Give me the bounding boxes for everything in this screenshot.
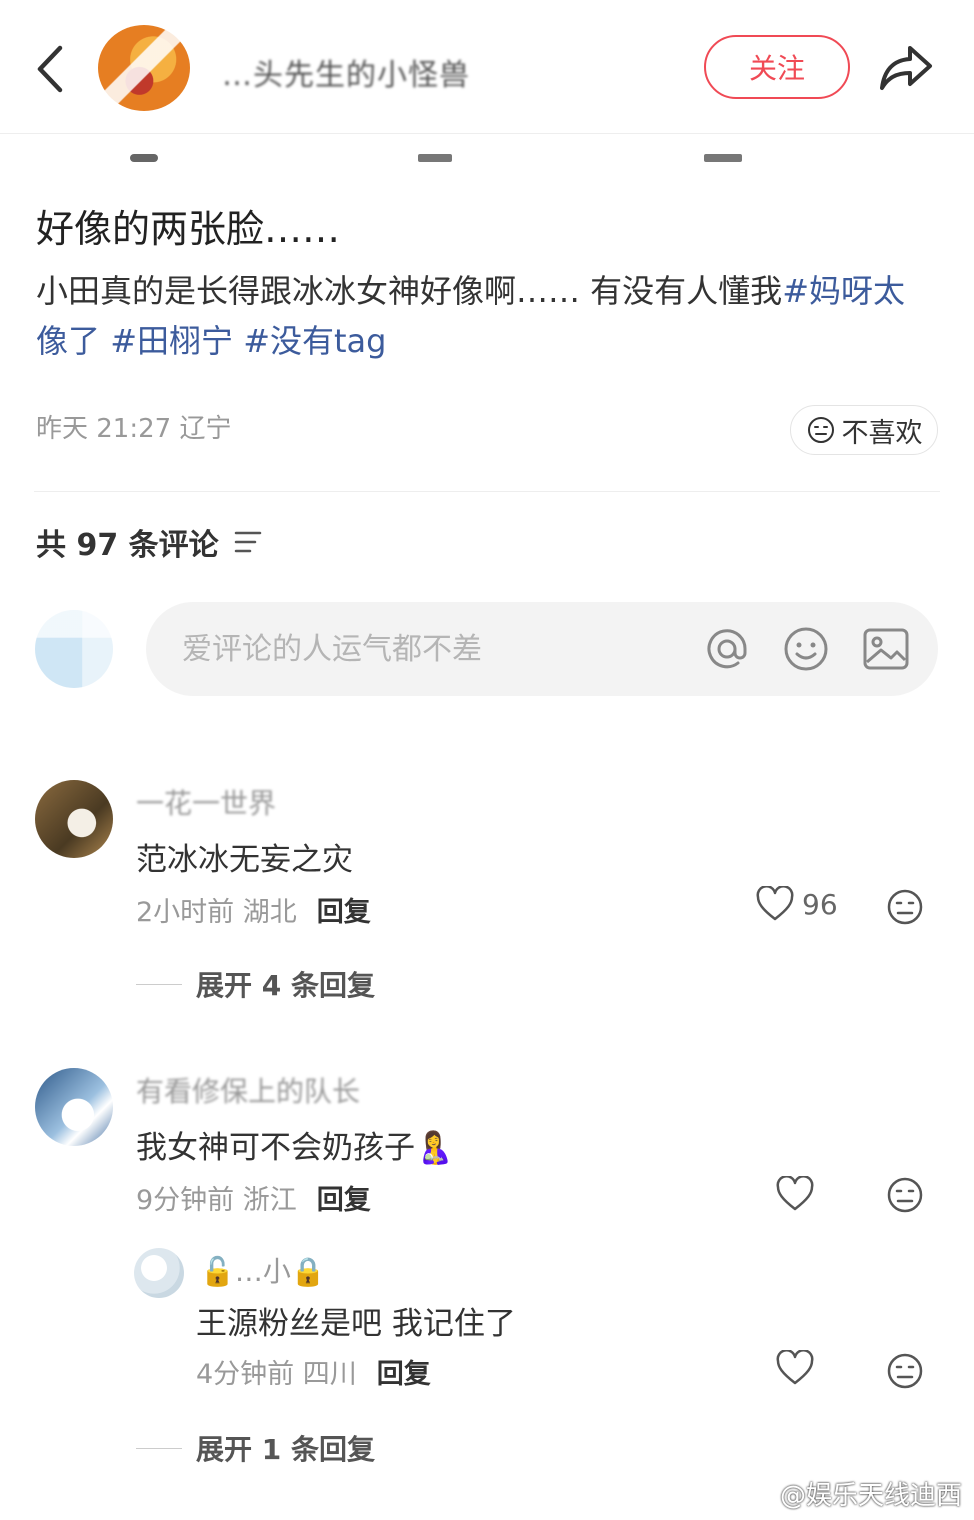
neutral-face-icon[interactable] bbox=[886, 1352, 924, 1390]
heart-icon bbox=[776, 1176, 814, 1211]
reply-button[interactable]: 回复 bbox=[377, 1352, 431, 1391]
post-body: 小田真的是长得跟冰冰女神好像啊…… 有没有人懂我#妈呀太像了 #田栩宁 #没有t… bbox=[36, 266, 936, 366]
image-indicator-strip bbox=[130, 154, 742, 162]
share-button[interactable] bbox=[876, 40, 936, 96]
comment-count-label: 共 97 条评论 bbox=[36, 528, 219, 563]
comment-text: 范冰冰无妄之灾 bbox=[136, 842, 353, 878]
commenter-avatar[interactable] bbox=[134, 1248, 184, 1298]
hashtag-link[interactable]: #田栩宁 bbox=[110, 322, 233, 360]
my-avatar bbox=[35, 610, 113, 688]
comment-input-box[interactable] bbox=[146, 602, 938, 696]
post-meta: 昨天 21:27 辽宁 bbox=[36, 414, 232, 444]
comment-time-location: 9分钟前 浙江 bbox=[136, 1185, 297, 1216]
author-avatar[interactable] bbox=[98, 25, 190, 111]
heart-icon bbox=[756, 886, 794, 921]
dislike-button[interactable]: 不喜欢 bbox=[790, 405, 938, 455]
comment-count: 共 97 条评论 bbox=[36, 520, 263, 564]
image-icon[interactable] bbox=[861, 624, 911, 674]
heart-icon bbox=[776, 1350, 814, 1385]
back-button[interactable] bbox=[30, 42, 70, 96]
follow-button[interactable]: 关注 bbox=[704, 35, 850, 99]
author-name[interactable]: …头先生的小怪兽 bbox=[222, 50, 470, 94]
like-count: 96 bbox=[802, 887, 838, 921]
mention-icon[interactable] bbox=[702, 624, 752, 674]
header-divider bbox=[0, 133, 974, 134]
neutral-face-icon bbox=[807, 417, 834, 443]
emoji-icon[interactable] bbox=[781, 624, 831, 674]
commenter-name[interactable]: 一花一世界 bbox=[136, 782, 276, 822]
comment-meta: 4分钟前 四川 回复 bbox=[196, 1352, 431, 1391]
like-button[interactable] bbox=[776, 1176, 814, 1212]
watermark: @娱乐天线迪西 bbox=[743, 1475, 962, 1512]
post-title: 好像的两张脸…… bbox=[36, 207, 341, 251]
chevron-left-icon bbox=[37, 45, 63, 93]
commenter-name[interactable]: 🔓…小🔒 bbox=[200, 1250, 326, 1290]
expand-replies[interactable]: 展开 4 条回复 bbox=[136, 964, 375, 1004]
comment-meta: 2小时前 湖北 回复 bbox=[136, 890, 371, 929]
hashtag-link[interactable]: #没有tag bbox=[243, 322, 386, 360]
like-button[interactable] bbox=[776, 1350, 814, 1386]
expand-line bbox=[136, 1447, 182, 1449]
expand-replies-label: 展开 4 条回复 bbox=[196, 969, 375, 1002]
watermark-text: @娱乐天线迪西 bbox=[779, 1481, 962, 1511]
like-button[interactable]: 96 bbox=[756, 886, 838, 922]
commenter-avatar[interactable] bbox=[35, 780, 113, 858]
reply-button[interactable]: 回复 bbox=[317, 1178, 371, 1217]
comment-meta: 9分钟前 浙江 回复 bbox=[136, 1178, 371, 1217]
sort-icon[interactable] bbox=[233, 528, 263, 556]
expand-replies-label: 展开 1 条回复 bbox=[196, 1433, 375, 1466]
post-body-text: 小田真的是长得跟冰冰女神好像啊…… 有没有人懂我 bbox=[36, 272, 783, 310]
comment-time-location: 4分钟前 四川 bbox=[196, 1359, 357, 1390]
expand-line bbox=[136, 983, 182, 985]
dislike-label: 不喜欢 bbox=[841, 417, 923, 449]
comment-text: 我女神可不会奶孩子🤱 bbox=[136, 1130, 454, 1166]
commenter-name[interactable]: 有看修保上的队长 bbox=[136, 1070, 360, 1110]
reply-button[interactable]: 回复 bbox=[317, 890, 371, 929]
comment-input[interactable] bbox=[180, 628, 664, 670]
commenter-avatar[interactable] bbox=[35, 1068, 113, 1146]
expand-replies[interactable]: 展开 1 条回复 bbox=[136, 1428, 375, 1468]
share-icon bbox=[880, 46, 932, 90]
comment-time-location: 2小时前 湖北 bbox=[136, 897, 297, 928]
neutral-face-icon[interactable] bbox=[886, 1176, 924, 1214]
comment-text: 王源粉丝是吧 我记住了 bbox=[196, 1306, 516, 1342]
weibo-icon bbox=[743, 1483, 773, 1506]
content-divider bbox=[34, 491, 940, 492]
neutral-face-icon[interactable] bbox=[886, 888, 924, 926]
